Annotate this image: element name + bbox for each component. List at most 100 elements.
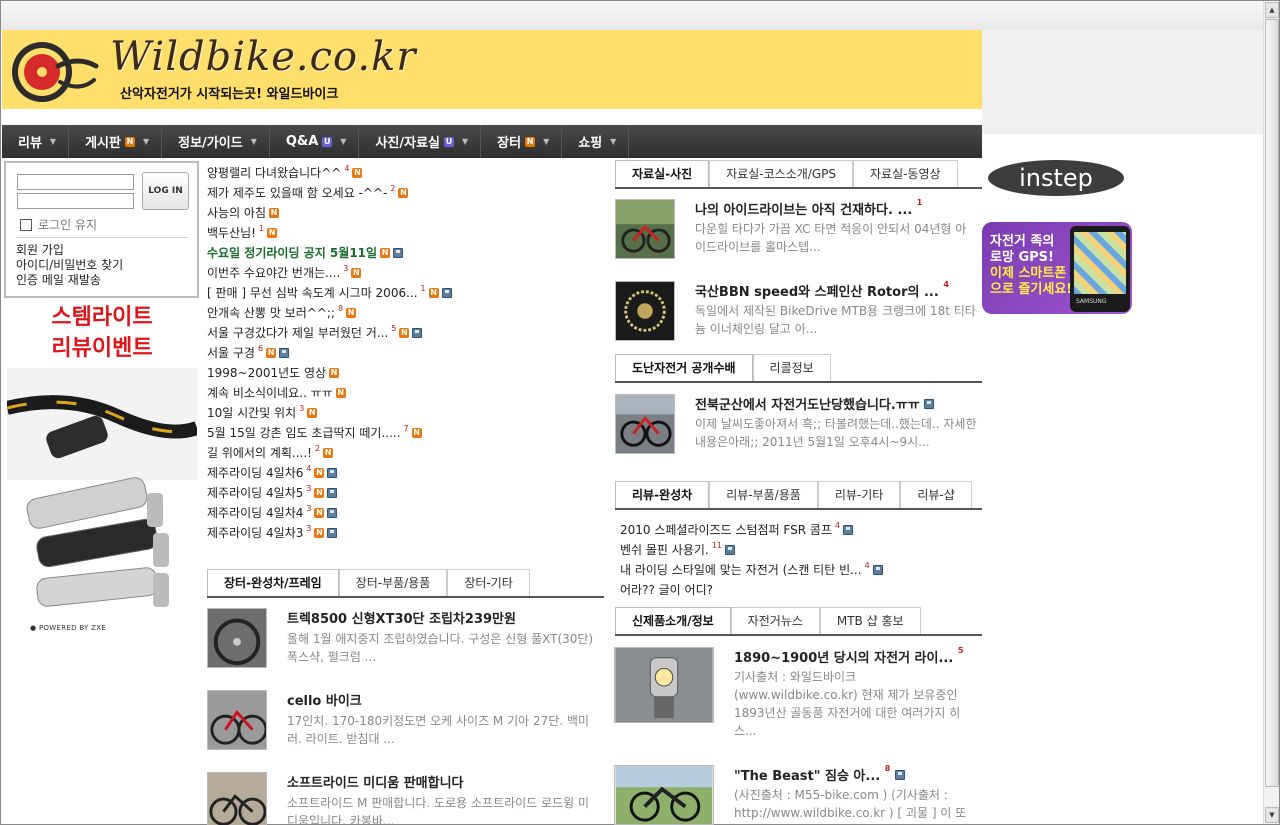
post-item[interactable]: 제주라이딩 4일차4 3 N	[207, 503, 607, 523]
news-item-1-desc: 기사출처 : 와일드바이크 (www.wildbike.co.kr) 현재 제가…	[734, 670, 961, 738]
theft-tabs: 도난자전거 공개수배 리콜정보	[615, 354, 982, 383]
photo-item-2-title[interactable]: 국산BBN speed와 스페인산 Rotor의 ... 4	[695, 280, 949, 300]
gps-app-ad[interactable]: 자전거 족의 로망 GPS! 이제 스마트폰 으로 즐기세요! SAMSUNG	[982, 222, 1132, 314]
review-item[interactable]: 벤쉬 몰핀 사용기. 11	[620, 540, 980, 560]
user-id-input[interactable]	[17, 174, 134, 190]
post-item[interactable]: 제주라이딩 4일차6 4 N	[207, 463, 607, 483]
site-logo-text[interactable]: Wildbike.co.kr	[110, 34, 416, 80]
tab-new-products[interactable]: 신제품소개/정보	[615, 607, 731, 634]
keep-login[interactable]: 로그인 유지	[20, 216, 97, 233]
photo-thumb-2[interactable]	[615, 281, 675, 341]
tab-review-complete[interactable]: 리뷰-완성차	[615, 481, 710, 508]
tab-bike-news[interactable]: 자전거뉴스	[730, 607, 820, 634]
comment-count: 11	[711, 541, 722, 550]
post-item[interactable]: 양평랠리 다녀왔습니다^^ 4 N	[207, 163, 607, 183]
login-box: LOG IN 로그인 유지 회원 가입 아이디/비밀번호 찾기 인증 메일 재발…	[4, 161, 199, 298]
news-item-1-title[interactable]: 1890~1900년 당시의 자전거 라이... 5	[734, 646, 963, 666]
bike-wheel-logo-icon[interactable]	[8, 36, 100, 106]
vertical-scrollbar[interactable]: ▲ ▼	[1263, 1, 1279, 824]
tab-recall[interactable]: 리콜정보	[752, 354, 831, 381]
theft-thumb[interactable]	[615, 394, 675, 454]
news-thumb-1[interactable]	[614, 647, 714, 723]
photo-tabs: 자료실-사진 자료실-코스소개/GPS 자료실-동영상	[615, 160, 982, 189]
post-item[interactable]: 계속 비소식이네요.. ㅠㅠ N	[207, 383, 607, 403]
scroll-up-icon[interactable]: ▲	[1265, 2, 1279, 18]
post-item[interactable]: 서울 구경 6 N	[207, 343, 607, 363]
market-thumb-3[interactable]	[207, 772, 267, 825]
market-item-1-title[interactable]: 트렉8500 신형XT30단 조립차239만원	[287, 608, 516, 627]
nav-label: 쇼핑	[578, 136, 603, 151]
tab-stolen-bikes[interactable]: 도난자전거 공개수배	[615, 354, 753, 381]
update-badge-icon: U	[322, 136, 333, 147]
nav-photo-archive[interactable]: 사진/자료실 U ▼	[359, 125, 482, 158]
photo-thumb-1[interactable]	[615, 199, 675, 259]
password-input[interactable]	[17, 193, 134, 209]
signup-link[interactable]: 회원 가입	[16, 243, 123, 258]
post-item[interactable]: 제주라이딩 4일차5 3 N	[207, 483, 607, 503]
scroll-down-icon[interactable]: ▼	[1265, 807, 1279, 823]
post-item[interactable]: 수요일 정기라이딩 공지 5월11일 N	[207, 243, 607, 263]
post-item[interactable]: 백두산님! 1 N	[207, 223, 607, 243]
post-title: 길 위에서의 계획....!	[207, 446, 312, 460]
login-button[interactable]: LOG IN	[142, 172, 189, 210]
tab-review-etc[interactable]: 리뷰-기타	[817, 481, 901, 508]
nav-review[interactable]: 리뷰 ▼	[2, 125, 70, 158]
photo-item-1-title[interactable]: 나의 아이드라이브는 아직 건재하다. ... 1	[695, 198, 922, 218]
post-item[interactable]: 제가 제주도 있을때 함 오세요 -^^- 2 N	[207, 183, 607, 203]
market-thumb-2[interactable]	[207, 690, 267, 750]
instep-ad[interactable]: instep	[985, 156, 1127, 201]
nav-board[interactable]: 게시판 N ▼	[69, 125, 163, 158]
new-badge-icon: N	[428, 288, 439, 298]
tab-shop-promo[interactable]: MTB 샵 홍보	[819, 607, 921, 634]
scroll-thumb[interactable]	[1265, 19, 1279, 787]
file-attachment-icon	[412, 328, 423, 338]
review-item[interactable]: 내 라이딩 스타일에 맞는 자전거 (스캔 티탄 빈... 4	[620, 560, 980, 580]
market-item-1-desc: 올해 1월 애지중지 조립하였습니다. 구성은 신형 풀XT(30단) 폭스샥,…	[287, 632, 594, 664]
post-item[interactable]: 5월 15일 강촌 임도 초급딱지 떼기..... 7 N	[207, 423, 607, 443]
nav-info-guide[interactable]: 정보/가이드 ▼	[162, 125, 270, 158]
post-item[interactable]: 사능의 아침 N	[207, 203, 607, 223]
new-badge-icon: N	[314, 468, 325, 478]
comment-count: 4	[864, 561, 870, 570]
top-strip	[1, 1, 1263, 30]
tab-market-complete[interactable]: 장터-완성차/프레임	[207, 569, 339, 596]
news-thumb-2[interactable]	[614, 765, 714, 825]
tab-market-parts[interactable]: 장터-부품/용품	[338, 569, 448, 596]
post-title: 제주라이딩 4일차3	[207, 526, 304, 540]
tab-review-parts[interactable]: 리뷰-부품/용품	[709, 481, 818, 508]
tab-course-gps[interactable]: 자료실-코스소개/GPS	[709, 160, 853, 187]
news-item-2-title[interactable]: "The Beast" 짐승 아... 8	[734, 764, 905, 784]
resend-email-link[interactable]: 인증 메일 재발송	[16, 273, 123, 288]
nav-qna[interactable]: Q&A U ▼	[270, 125, 360, 158]
nav-shopping[interactable]: 쇼핑 ▼	[562, 125, 630, 158]
review-item[interactable]: 2010 스페셜라이즈드 스텀점퍼 FSR 콤프 4	[620, 520, 980, 540]
post-item[interactable]: 1998~2001년도 영상 N	[207, 363, 607, 383]
post-item[interactable]: 안개속 산뽕 맛 보러^^;; 8 N	[207, 303, 607, 323]
market-item-3-title[interactable]: 소프트라이드 미디움 판매합니다	[287, 772, 464, 791]
post-item[interactable]: 길 위에서의 계획....! 2 N	[207, 443, 607, 463]
comment-count: 4	[344, 164, 350, 173]
tab-photo[interactable]: 자료실-사진	[615, 160, 710, 187]
tab-market-etc[interactable]: 장터-기타	[447, 569, 530, 596]
keep-login-checkbox[interactable]	[20, 218, 32, 231]
tab-review-shop[interactable]: 리뷰-샵	[900, 481, 972, 508]
post-item[interactable]: 제주라이딩 4일차3 3 N	[207, 523, 607, 543]
post-title: 안개속 산뽕 맛 보러^^;;	[207, 306, 335, 320]
market-item-2-title[interactable]: cello 바이크	[287, 690, 362, 709]
site-tagline: 산악자전거가 시작되는곳! 와일드바이크	[120, 87, 339, 102]
post-item[interactable]: 이번주 수요야간 번개는.... 3 N	[207, 263, 607, 283]
post-item[interactable]: [ 판매 ] 무선 심박 속도계 시그마 2006... 1 N	[207, 283, 607, 303]
market-thumb-1[interactable]	[207, 608, 267, 668]
instep-text: instep	[1019, 164, 1093, 192]
theft-item-title[interactable]: 전북군산에서 자전거도난당했습니다.ㅠㅠ	[695, 394, 935, 413]
nav-market[interactable]: 장터 N ▼	[481, 125, 563, 158]
new-badge-icon: N	[124, 136, 135, 147]
stemlight-product-image[interactable]	[7, 368, 197, 617]
find-account-link[interactable]: 아이디/비밀번호 찾기	[16, 258, 123, 273]
file-attachment-icon	[327, 508, 338, 518]
tab-video[interactable]: 자료실-동영상	[853, 160, 958, 187]
promo-banner[interactable]: 스템라이트 리뷰이벤트	[6, 302, 198, 364]
post-item[interactable]: 서울 구경갔다가 제일 부러웠던 거... 5 N	[207, 323, 607, 343]
file-attachment-icon	[441, 288, 452, 298]
review-item[interactable]: 어라?? 글이 어디?	[620, 580, 980, 600]
